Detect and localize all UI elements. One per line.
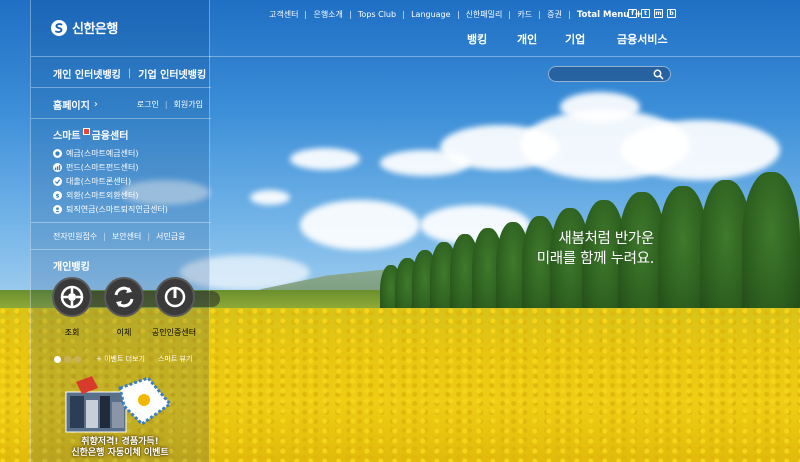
- nav-corporate[interactable]: 기업: [565, 31, 617, 47]
- smart-item-label: 외환(스마트외환센터): [66, 190, 139, 200]
- smart-center-list: 예금(스마트예금센터) 펀드(스마트펀드센터) 대출(스마트론센터) $ 외환(…: [53, 146, 168, 216]
- personal-internet-banking-link[interactable]: 개인 인터넷뱅킹: [53, 66, 121, 81]
- promo-line-1: 취향저격! 경품가득!: [81, 437, 159, 447]
- promo-caption[interactable]: 취향저격! 경품가득! 신한은행 자동이체 이벤트: [30, 437, 210, 459]
- util-tops-club[interactable]: Tops Club: [351, 10, 403, 19]
- smart-item-label: 예금(스마트예금센터): [66, 148, 139, 158]
- certificate-icon: [164, 286, 186, 308]
- pension-icon: [53, 204, 62, 214]
- media-icon[interactable]: m: [654, 9, 663, 18]
- new-badge-icon: [82, 128, 90, 135]
- social-links: f t m b: [628, 9, 676, 18]
- chevron-right-icon: ›: [93, 99, 98, 110]
- transfer-icon: [114, 286, 134, 308]
- deposit-icon: [53, 148, 62, 158]
- internet-banking-links: 개인 인터넷뱅킹 | 기업 인터넷뱅킹: [53, 66, 206, 81]
- login-link[interactable]: 로그인: [137, 99, 159, 110]
- nav-banking[interactable]: 뱅킹: [467, 31, 517, 47]
- carousel-controls: + 이벤트 더보기 스마트 뷰기: [54, 354, 192, 364]
- promo-line-2: 신한은행 자동이체 이벤트: [71, 448, 169, 458]
- smart-item-label: 펀드(스마트펀드센터): [66, 162, 139, 172]
- smart-item-label: 퇴직연금(스마트퇴직연금센터): [66, 204, 168, 214]
- fund-icon: [53, 162, 62, 172]
- personal-banking-title: 개인뱅킹: [53, 262, 90, 273]
- brand-name: 신한은행: [72, 22, 118, 37]
- transfer-button[interactable]: [104, 277, 144, 317]
- main-nav: 뱅킹 개인 기업 금융서비스: [467, 31, 668, 47]
- smart-item-fund[interactable]: 펀드(스마트펀드센터): [53, 160, 168, 174]
- twitter-icon[interactable]: t: [641, 9, 650, 18]
- total-menu-button[interactable]: Total Menu: [570, 10, 630, 20]
- util-securities[interactable]: 증권: [540, 9, 569, 20]
- security-center-link[interactable]: 보안센터: [112, 231, 141, 242]
- smart-item-loan[interactable]: 대출(스마트론센터): [53, 174, 168, 188]
- hero-headline: 새봄처럼 반가운 미래를 함께 누려요.: [480, 229, 655, 269]
- headline-line-2: 미래를 함께 누려요.: [536, 251, 655, 267]
- signup-link[interactable]: 회원가입: [174, 99, 203, 110]
- smart-item-deposit[interactable]: 예금(스마트예금센터): [53, 146, 168, 160]
- util-shinhan-family[interactable]: 신한패밀리: [459, 9, 510, 20]
- nav-personal[interactable]: 개인: [517, 31, 565, 47]
- more-events-link[interactable]: + 이벤트 더보기: [96, 354, 145, 364]
- util-customer-center[interactable]: 고객센터: [262, 9, 305, 20]
- smart-center-title-suffix: 금융센터: [91, 131, 129, 142]
- homepage-link[interactable]: 홈페이지: [53, 97, 90, 112]
- separator: |: [147, 232, 151, 241]
- carousel-dot-1[interactable]: [54, 355, 61, 363]
- nav-financial-services[interactable]: 금융서비스: [617, 31, 668, 47]
- inquiry-icon: [60, 285, 84, 309]
- quick-buttons: [52, 277, 227, 321]
- carousel-dot-3[interactable]: [74, 355, 81, 363]
- carousel-dot-2[interactable]: [64, 355, 71, 363]
- separator: |: [127, 68, 132, 79]
- separator: |: [103, 232, 106, 241]
- svg-text:$: $: [56, 193, 60, 198]
- shinhan-logo-icon: [51, 19, 67, 36]
- inquiry-button[interactable]: [52, 277, 92, 317]
- smart-view-link[interactable]: 스마트 뷰기: [158, 354, 192, 364]
- corporate-internet-banking-link[interactable]: 기업 인터넷뱅킹: [138, 66, 206, 81]
- util-language[interactable]: Language: [404, 10, 457, 19]
- blog-icon[interactable]: b: [667, 9, 676, 18]
- homepage-row: 홈페이지 › 로그인 | 회원가입: [53, 97, 203, 112]
- utility-nav: 고객센터 은행소개 Tops Club Language 신한패밀리 카드 증권…: [262, 9, 643, 20]
- util-card[interactable]: 카드: [510, 9, 539, 20]
- certificate-center-button[interactable]: [155, 277, 195, 317]
- search-box: [548, 66, 671, 82]
- smart-item-forex[interactable]: $ 외환(스마트외환센터): [53, 188, 168, 202]
- util-about-bank[interactable]: 은행소개: [306, 9, 349, 20]
- civil-complaint-link[interactable]: 전자민원접수: [53, 231, 97, 242]
- search-input[interactable]: [557, 68, 652, 80]
- headline-line-1: 새봄처럼 반가운: [558, 231, 654, 247]
- smart-item-pension[interactable]: 퇴직연금(스마트퇴직연금센터): [53, 202, 168, 216]
- search-icon[interactable]: [653, 69, 664, 80]
- forex-icon: $: [53, 190, 62, 200]
- loan-icon: [53, 176, 62, 186]
- service-links: 전자민원접수 | 보안센터 | 서민금융: [53, 231, 185, 242]
- inquiry-label: 조회: [64, 328, 80, 337]
- certificate-center-label: 공인인증센터: [151, 328, 197, 337]
- smart-item-label: 대출(스마트론센터): [66, 176, 132, 186]
- separator: |: [164, 100, 168, 109]
- facebook-icon[interactable]: f: [628, 9, 637, 18]
- microfinance-link[interactable]: 서민금융: [156, 231, 185, 242]
- smart-center-title: 스마트 금융센터: [53, 127, 128, 142]
- smart-center-title-prefix: 스마트: [53, 131, 81, 142]
- promo-event-image[interactable]: [58, 374, 178, 436]
- brand-logo[interactable]: 신한은행: [51, 18, 118, 37]
